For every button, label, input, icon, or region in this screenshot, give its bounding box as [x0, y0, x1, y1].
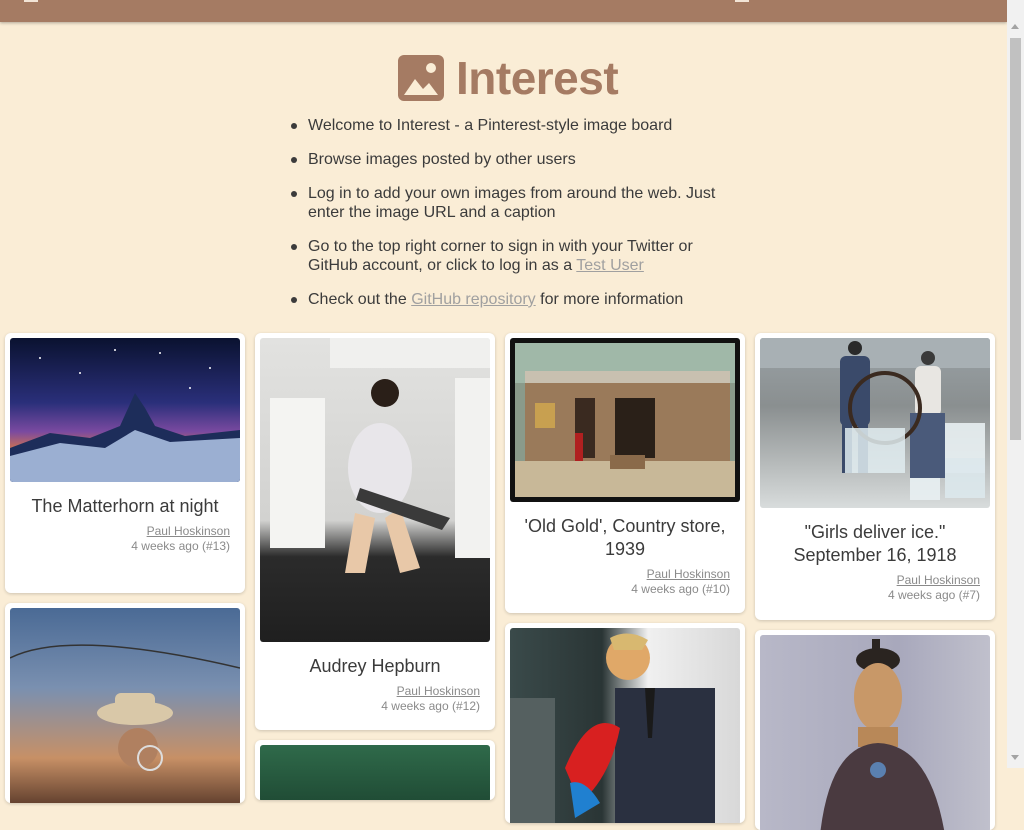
card-image[interactable] [10, 608, 240, 803]
intro-item-welcome: Welcome to Interest - a Pinterest-style … [290, 116, 730, 135]
card-image[interactable] [760, 338, 990, 508]
card-caption: The Matterhorn at night [31, 496, 219, 516]
card-caption: 'Old Gold', Country store, 1939 [524, 516, 726, 559]
github-repository-link[interactable]: GitHub repository [411, 291, 536, 308]
image-card[interactable] [255, 740, 495, 800]
intro-item-github: Check out the GitHub repository for more… [290, 290, 730, 309]
card-image[interactable] [10, 338, 240, 482]
card-author-link[interactable]: Paul Hoskinson [10, 524, 230, 539]
image-card[interactable]: The Matterhorn at night Paul Hoskinson 4… [5, 333, 245, 593]
menu-icon[interactable] [24, 0, 38, 2]
card-image[interactable] [260, 338, 490, 642]
card-image[interactable] [510, 628, 740, 823]
brand-header: Interest [398, 52, 619, 104]
image-card[interactable] [5, 603, 245, 803]
card-author-link[interactable]: Paul Hoskinson [510, 567, 730, 582]
card-timestamp: 4 weeks ago (#7) [887, 588, 980, 602]
card-timestamp: 4 weeks ago (#10) [631, 582, 730, 596]
card-image[interactable] [510, 338, 740, 502]
card-caption: "Girls deliver ice." September 16, 1918 [793, 522, 957, 565]
card-timestamp: 4 weeks ago (#12) [381, 699, 480, 713]
scrollbar-thumb[interactable] [1010, 38, 1021, 440]
scroll-up-arrow-icon[interactable] [1011, 24, 1019, 29]
card-image[interactable] [260, 745, 490, 800]
test-user-link[interactable]: Test User [576, 257, 644, 274]
page-title: Interest [456, 52, 619, 104]
card-image[interactable] [760, 635, 990, 830]
image-card[interactable] [755, 630, 995, 830]
image-icon [398, 55, 444, 101]
card-meta: Paul Hoskinson 4 weeks ago (#7) [760, 573, 980, 603]
scroll-down-arrow-icon[interactable] [1011, 755, 1019, 760]
image-card[interactable]: 'Old Gold', Country store, 1939 Paul Hos… [505, 333, 745, 613]
intro-item-browse: Browse images posted by other users [290, 150, 730, 169]
intro-item-signin: Go to the top right corner to sign in wi… [290, 237, 730, 275]
image-card[interactable]: Audrey Hepburn Paul Hoskinson 4 weeks ag… [255, 333, 495, 730]
intro-item-login: Log in to add your own images from aroun… [290, 184, 730, 222]
card-caption: Audrey Hepburn [309, 656, 441, 676]
card-author-link[interactable]: Paul Hoskinson [260, 684, 480, 699]
image-card[interactable]: "Girls deliver ice." September 16, 1918 … [755, 333, 995, 620]
card-meta: Paul Hoskinson 4 weeks ago (#13) [10, 524, 230, 554]
image-card[interactable] [505, 623, 745, 823]
intro-list: Welcome to Interest - a Pinterest-style … [290, 116, 730, 324]
card-meta: Paul Hoskinson 4 weeks ago (#12) [260, 684, 480, 714]
card-timestamp: 4 weeks ago (#13) [131, 539, 230, 553]
top-navbar [0, 0, 1007, 22]
card-author-link[interactable]: Paul Hoskinson [760, 573, 980, 588]
login-icon[interactable] [735, 0, 749, 2]
card-meta: Paul Hoskinson 4 weeks ago (#10) [510, 567, 730, 597]
